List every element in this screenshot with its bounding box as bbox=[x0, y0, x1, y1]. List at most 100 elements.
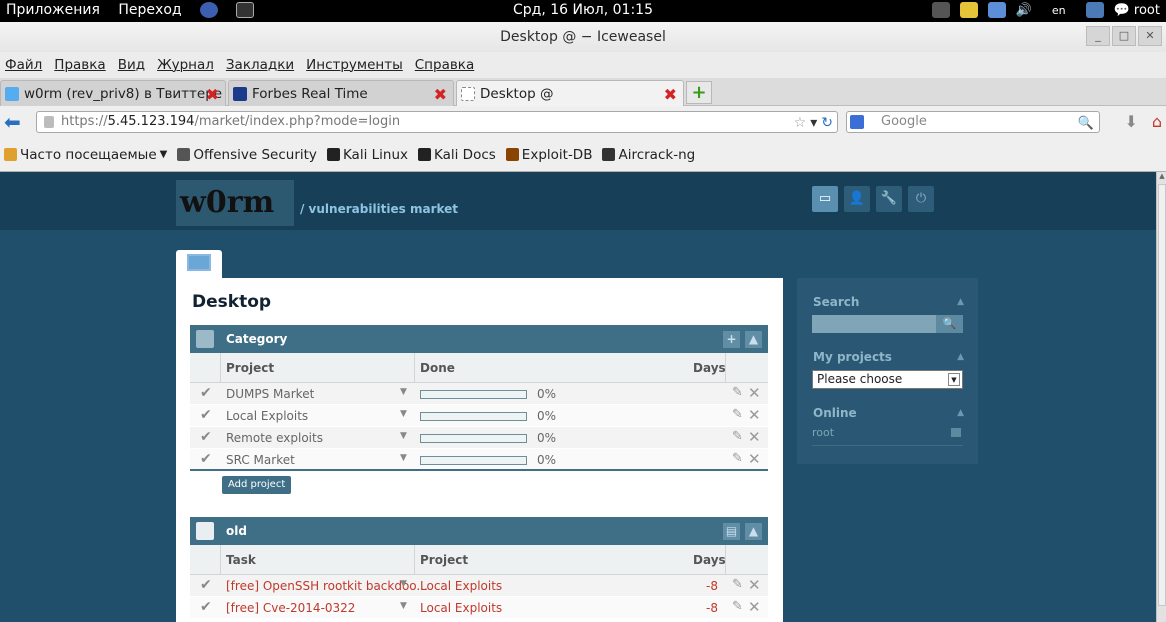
chevron-down-icon[interactable]: ▼ bbox=[400, 431, 407, 441]
task-project[interactable]: Local Exploits bbox=[420, 579, 502, 593]
col-project[interactable]: Project bbox=[226, 361, 274, 375]
site-identity-icon[interactable] bbox=[44, 116, 54, 128]
projects-select[interactable]: Please choose ▼ bbox=[812, 370, 963, 389]
delete-x-icon[interactable]: ✕ bbox=[748, 450, 761, 468]
scroll-up-icon[interactable]: ▲ bbox=[1157, 172, 1166, 182]
tray-app-icon[interactable] bbox=[931, 2, 950, 18]
task-name[interactable]: [free] Cve-2014-0322 bbox=[226, 601, 355, 615]
edit-pencil-icon[interactable]: ✎ bbox=[732, 451, 743, 466]
add-project-button[interactable]: Add project bbox=[222, 476, 292, 494]
bookmark-aircrack-ng[interactable]: Aircrack-ng bbox=[602, 147, 695, 163]
table-row[interactable]: ✔ Remote exploits ▼ 0% ✎ ✕ bbox=[190, 427, 768, 449]
search-engine-icon[interactable] bbox=[850, 115, 864, 129]
chevron-down-icon[interactable]: ▼ bbox=[400, 601, 407, 611]
back-arrow-icon[interactable]: ⬅ bbox=[4, 111, 26, 133]
search-icon[interactable]: 🔍 bbox=[1078, 114, 1094, 134]
project-name[interactable]: SRC Market bbox=[226, 453, 295, 467]
sidebar-search-input[interactable] bbox=[812, 315, 936, 333]
check-icon[interactable]: ✔ bbox=[200, 429, 212, 445]
table-row[interactable]: ✔ SRC Market ▼ 0% ✎ ✕ bbox=[190, 449, 768, 471]
menu-edit[interactable]: Правка bbox=[54, 57, 105, 73]
keyboard-layout[interactable]: en bbox=[1052, 4, 1066, 17]
add-category-icon[interactable]: + bbox=[723, 331, 740, 348]
chevron-down-icon[interactable]: ▼ bbox=[400, 453, 407, 463]
maximize-button[interactable]: □ bbox=[1112, 26, 1136, 46]
network-icon[interactable] bbox=[1085, 2, 1104, 18]
delete-x-icon[interactable]: ✕ bbox=[748, 384, 761, 402]
collapse-icon[interactable]: ▲ bbox=[957, 297, 964, 307]
project-name[interactable]: Local Exploits bbox=[226, 409, 308, 423]
url-bar[interactable]: https://5.45.123.194/market/index.php?mo… bbox=[36, 111, 838, 133]
table-row[interactable]: ✔ [free] Cve-2014-0322 ▼ Local Exploits … bbox=[190, 597, 768, 619]
check-icon[interactable]: ✔ bbox=[200, 577, 212, 593]
menu-file[interactable]: Файл bbox=[5, 57, 42, 73]
edit-pencil-icon[interactable]: ✎ bbox=[732, 385, 743, 400]
tab-twitter[interactable]: w0rm (rev_priv8) в Твиттере ✖ bbox=[0, 80, 226, 106]
check-icon[interactable]: ✔ bbox=[200, 599, 212, 615]
vertical-scrollbar[interactable]: ▲ bbox=[1156, 172, 1166, 622]
tab-forbes[interactable]: Forbes Real Time ✖ bbox=[228, 80, 454, 106]
site-logo[interactable]: w0rm bbox=[176, 180, 294, 226]
search-box[interactable]: Google 🔍 bbox=[846, 111, 1100, 133]
col-project[interactable]: Project bbox=[420, 553, 468, 567]
close-window-button[interactable]: ✕ bbox=[1138, 26, 1162, 46]
dropdown-history-icon[interactable]: ▾ bbox=[810, 113, 817, 133]
chevron-down-icon[interactable]: ▼ bbox=[400, 409, 407, 419]
delete-x-icon[interactable]: ✕ bbox=[748, 428, 761, 446]
table-row[interactable]: ✔ Local Exploits ▼ 0% ✎ ✕ bbox=[190, 405, 768, 427]
col-days[interactable]: Days bbox=[693, 553, 726, 567]
col-done[interactable]: Done bbox=[420, 361, 455, 375]
minimize-button[interactable]: _ bbox=[1086, 26, 1110, 46]
message-icon[interactable] bbox=[951, 428, 961, 437]
menu-history[interactable]: Журнал bbox=[157, 57, 214, 73]
update-icon[interactable] bbox=[987, 2, 1006, 18]
downloads-icon[interactable]: ⬇ bbox=[1124, 112, 1137, 131]
desktop-nav-icon[interactable]: ▭ bbox=[812, 186, 838, 212]
bookmark-star-icon[interactable]: ☆ bbox=[794, 113, 807, 133]
edit-pencil-icon[interactable]: ✎ bbox=[732, 407, 743, 422]
volume-icon[interactable]: 🔊 bbox=[1016, 3, 1032, 18]
edit-pencil-icon[interactable]: ✎ bbox=[732, 577, 743, 592]
collapse-icon[interactable]: ▲ bbox=[957, 352, 964, 362]
collapse-icon[interactable]: ▲ bbox=[745, 331, 762, 348]
bookmark-exploit-db[interactable]: Exploit-DB bbox=[505, 147, 592, 163]
bookmark-most-visited[interactable]: Часто посещаемые ▼ bbox=[4, 147, 167, 163]
save-icon[interactable]: ▤ bbox=[723, 523, 740, 540]
project-name[interactable]: Remote exploits bbox=[226, 431, 323, 445]
task-name[interactable]: [free] OpenSSH rootkit backdoo... bbox=[226, 579, 428, 593]
collapse-icon[interactable]: ▲ bbox=[745, 523, 762, 540]
bookmark-kali-linux[interactable]: Kali Linux bbox=[326, 147, 408, 163]
menu-view[interactable]: Вид bbox=[118, 57, 145, 73]
table-row[interactable]: ✔ DUMPS Market ▼ 0% ✎ ✕ bbox=[190, 383, 768, 405]
check-icon[interactable]: ✔ bbox=[200, 451, 212, 467]
bookmark-offensive-security[interactable]: Offensive Security bbox=[177, 147, 317, 163]
notification-icon[interactable] bbox=[959, 2, 978, 18]
close-tab-icon[interactable]: ✖ bbox=[434, 85, 447, 104]
collapse-icon[interactable]: ▲ bbox=[957, 408, 964, 418]
check-icon[interactable]: ✔ bbox=[200, 385, 212, 401]
settings-wrench-icon[interactable]: 🔧 bbox=[876, 186, 902, 212]
menu-help[interactable]: Справка bbox=[415, 57, 474, 73]
col-days[interactable]: Days bbox=[693, 361, 726, 375]
col-task[interactable]: Task bbox=[226, 553, 256, 567]
tab-desktop[interactable]: Desktop @ ✖ bbox=[456, 80, 684, 106]
online-user[interactable]: root bbox=[812, 426, 963, 446]
profile-nav-icon[interactable]: 👤 bbox=[844, 186, 870, 212]
check-icon[interactable]: ✔ bbox=[200, 407, 212, 423]
close-tab-icon[interactable]: ✖ bbox=[664, 85, 677, 104]
delete-x-icon[interactable]: ✕ bbox=[748, 576, 761, 594]
user-menu[interactable]: 💬 root bbox=[1114, 3, 1160, 18]
home-icon[interactable]: ⌂ bbox=[1152, 112, 1162, 131]
desktop-page-tab[interactable] bbox=[176, 250, 222, 280]
project-name[interactable]: DUMPS Market bbox=[226, 387, 314, 401]
edit-pencil-icon[interactable]: ✎ bbox=[732, 599, 743, 614]
close-tab-icon[interactable]: ✖ bbox=[206, 85, 219, 104]
chevron-down-icon[interactable]: ▼ bbox=[400, 579, 407, 589]
table-row[interactable]: ✔ [free] OpenSSH rootkit backdoo... ▼ Lo… bbox=[190, 575, 768, 597]
delete-x-icon[interactable]: ✕ bbox=[748, 406, 761, 424]
chevron-down-icon[interactable]: ▼ bbox=[400, 387, 407, 397]
menu-bookmarks[interactable]: Закладки bbox=[226, 57, 294, 73]
menu-tools[interactable]: Инструменты bbox=[306, 57, 403, 73]
search-icon[interactable]: 🔍 bbox=[936, 315, 963, 333]
logout-power-icon[interactable]: ⏻ bbox=[908, 186, 934, 212]
